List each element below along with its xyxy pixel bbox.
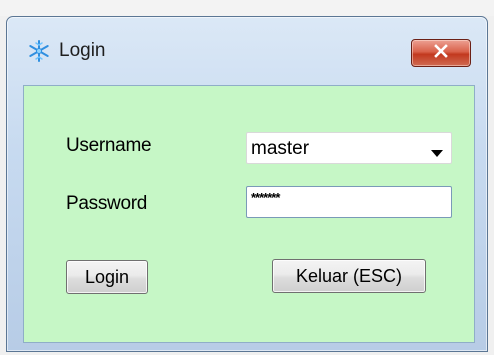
password-field[interactable]: ******* — [246, 186, 452, 218]
password-label: Password — [66, 193, 148, 214]
close-icon — [432, 43, 450, 63]
username-label: Username — [66, 135, 152, 156]
login-button[interactable]: Login — [66, 260, 148, 294]
title-bar[interactable]: Login — [7, 17, 487, 83]
username-value: master — [251, 138, 310, 159]
desktop-strip — [0, 0, 494, 16]
chevron-down-icon[interactable] — [431, 145, 443, 157]
window-title: Login — [59, 40, 106, 61]
username-dropdown[interactable]: master — [246, 132, 452, 164]
login-form-panel: Username master Password ******* Login K… — [23, 85, 475, 343]
snowflake-icon — [27, 39, 51, 63]
password-value: ******* — [251, 190, 280, 205]
exit-button[interactable]: Keluar (ESC) — [272, 259, 426, 293]
login-window: Login Username master Password ******* L… — [6, 16, 488, 352]
close-button[interactable] — [411, 39, 471, 67]
